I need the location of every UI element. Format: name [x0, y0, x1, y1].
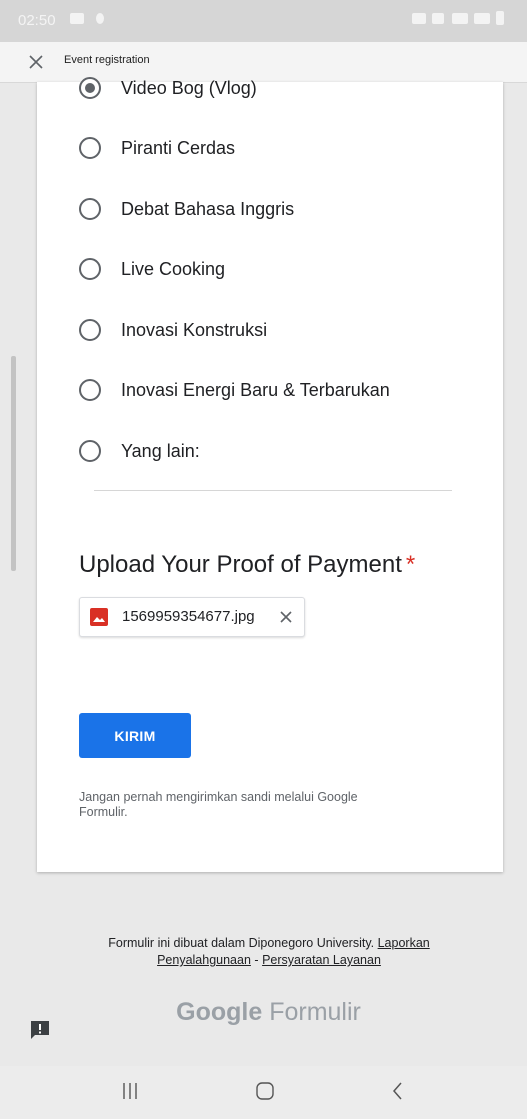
mute-icon [432, 13, 444, 24]
feedback-icon[interactable] [29, 1020, 51, 1040]
question-title: Upload Your Proof of Payment * [79, 551, 415, 579]
submit-button[interactable]: KIRIM [79, 713, 191, 758]
radio-button[interactable] [79, 440, 101, 462]
password-warning: Jangan pernah mengirimkan sandi melalui … [79, 790, 358, 819]
system-navigation-bar [0, 1066, 527, 1119]
uploaded-file-chip[interactable]: 1569959354677.jpg [79, 597, 305, 637]
image-file-icon [90, 608, 108, 626]
radio-button[interactable] [79, 258, 101, 280]
status-time: 02:50 [18, 12, 56, 29]
radio-button[interactable] [79, 198, 101, 220]
wifi-icon [452, 13, 468, 24]
radio-button[interactable] [79, 137, 101, 159]
form-footer: Formulir ini dibuat dalam Diponegoro Uni… [60, 935, 478, 969]
radio-button-checked[interactable] [79, 77, 101, 99]
alarm-icon [412, 13, 426, 24]
back-icon[interactable] [388, 1080, 408, 1102]
voice-notification-icon [96, 13, 104, 24]
app-bar: Event registration [0, 42, 527, 83]
file-name: 1569959354677.jpg [122, 608, 255, 625]
google-forms-logo: Google Formulir [0, 998, 527, 1027]
required-marker: * [405, 551, 416, 578]
option-label: Inovasi Konstruksi [121, 320, 268, 340]
battery-icon [496, 11, 504, 25]
brand-google: Google [176, 998, 263, 1026]
home-icon[interactable] [254, 1080, 276, 1102]
option-label: Debat Bahasa Inggris [121, 199, 295, 219]
question-title-text: Upload Your Proof of Payment [79, 551, 402, 578]
option-label: Inovasi Energi Baru & Terbarukan [121, 380, 390, 400]
gallery-notification-icon [70, 13, 84, 24]
signal-icon [474, 13, 490, 24]
close-icon[interactable] [25, 51, 47, 73]
radio-button[interactable] [79, 379, 101, 401]
option-label: Video Bog (Vlog) [121, 78, 257, 98]
brand-product: Formulir [269, 998, 361, 1026]
terms-of-service-link[interactable]: Persyaratan Layanan [262, 953, 381, 967]
remove-file-icon[interactable] [277, 608, 295, 626]
option-label: Live Cooking [121, 259, 226, 279]
recents-icon[interactable] [120, 1080, 140, 1102]
option-label: Yang lain: [121, 441, 200, 461]
footer-separator: - [254, 953, 259, 967]
side-scroll-indicator[interactable] [11, 356, 16, 571]
footer-text: Formulir ini dibuat dalam Diponegoro Uni… [108, 936, 375, 950]
radio-button[interactable] [79, 319, 101, 341]
option-label: Piranti Cerdas [121, 138, 236, 158]
app-bar-title: Event registration [64, 54, 150, 66]
other-text-input[interactable] [94, 490, 452, 491]
status-bar: 02:50 [0, 0, 527, 42]
